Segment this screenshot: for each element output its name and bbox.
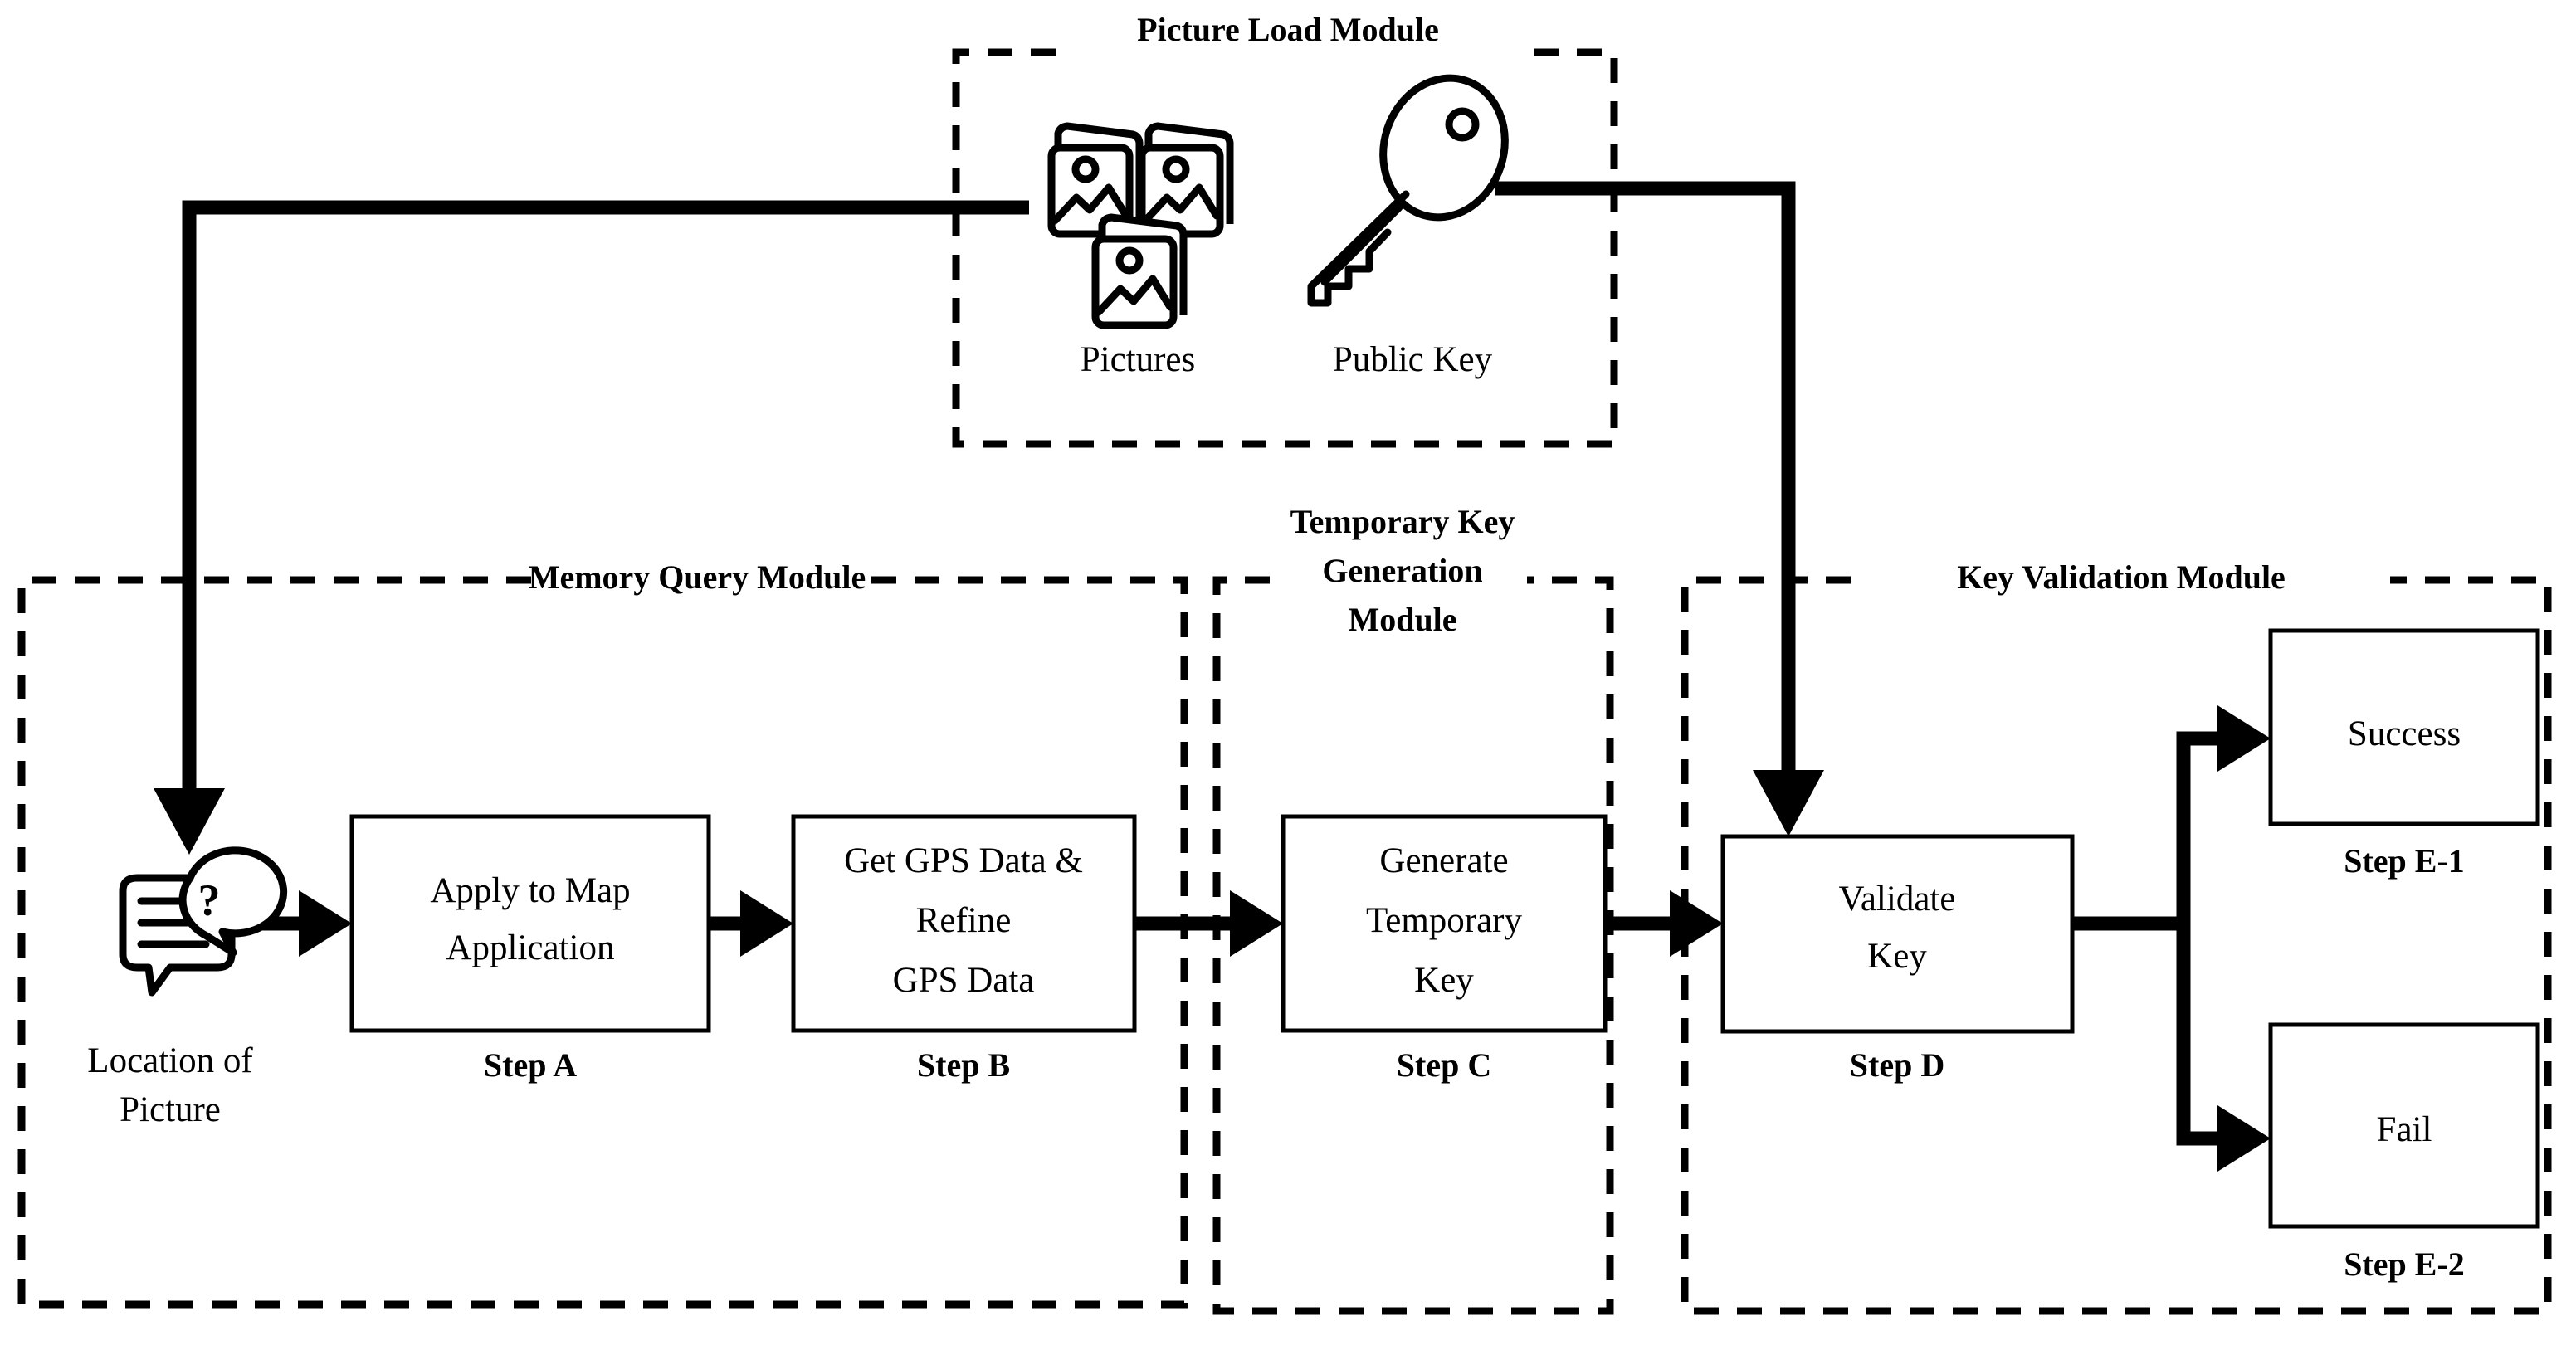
node-step-d[interactable]: Validate Key Step D [1720,834,2075,1084]
location-icon-label-line2: Picture [120,1090,221,1129]
step-c-text-line1: Generate [1379,841,1508,880]
module-picture-load-title: Picture Load Module [1137,11,1439,48]
step-a-text-line1: Apply to Map [430,871,630,910]
diagram-canvas: Picture Load Module Memory Query Module … [0,0,2576,1350]
arrow-pictures-to-location [154,200,1029,855]
module-temporary-key-title-line1: Temporary Key [1290,503,1515,540]
step-b-label: Step B [917,1046,1010,1084]
location-icon-label-line1: Location of [87,1041,253,1080]
module-picture-load-border [952,48,1618,448]
step-d-text-line2: Key [1867,937,1927,976]
arrow-stepc-to-stepd [1605,890,1723,957]
step-e2-text: Fail [2377,1110,2432,1149]
step-e1-label: Step E-1 [2344,842,2465,880]
arrow-stepb-to-stepc [1134,890,1283,957]
module-memory-query-title: Memory Query Module [529,558,866,596]
node-step-e1[interactable]: Success Step E-1 [2268,628,2540,880]
arrow-publickey-to-validate [1495,181,1824,836]
key-icon: Public Key [1307,74,1509,379]
arrow-stepd-to-results [2072,705,2271,1172]
flowchart-svg: Picture Load Module Memory Query Module … [17,11,2552,1315]
step-a-text-line2: Application [446,928,614,967]
node-step-e2[interactable]: Fail Step E-2 [2268,1022,2540,1283]
node-step-c[interactable]: Generate Temporary Key Step C [1281,814,1608,1084]
question-chat-icon: ? Location of Picture [87,846,288,1129]
node-step-b[interactable]: Get GPS Data & Refine GPS Data Step B [791,814,1137,1084]
step-b-text-line1: Get GPS Data & [844,841,1083,880]
pictures-icon-label: Pictures [1081,340,1196,379]
step-a-box[interactable] [349,814,711,1033]
step-d-box[interactable] [1720,834,2075,1034]
module-key-validation-title: Key Validation Module [1957,558,2286,596]
pictures-icon: Pictures [1047,122,1234,379]
step-d-label: Step D [1850,1046,1944,1084]
module-temporary-key-title-line2: Generation [1322,552,1482,589]
step-a-label: Step A [484,1046,577,1084]
step-b-text-line3: GPS Data [893,961,1035,1000]
question-mark-glyph: ? [198,875,221,924]
key-icon-label: Public Key [1333,340,1493,379]
arrow-stepa-to-stepb [709,890,793,957]
step-c-label: Step C [1397,1046,1491,1084]
node-step-a[interactable]: Apply to Map Application Step A [349,814,711,1084]
step-b-text-line2: Refine [916,901,1012,940]
step-d-text-line1: Validate [1839,880,1956,919]
step-e2-label: Step E-2 [2344,1245,2465,1283]
step-c-text-line2: Temporary [1366,901,1523,940]
module-temporary-key-title-line3: Module [1348,601,1456,638]
step-e1-text: Success [2348,714,2461,753]
step-c-text-line3: Key [1414,961,1474,1000]
